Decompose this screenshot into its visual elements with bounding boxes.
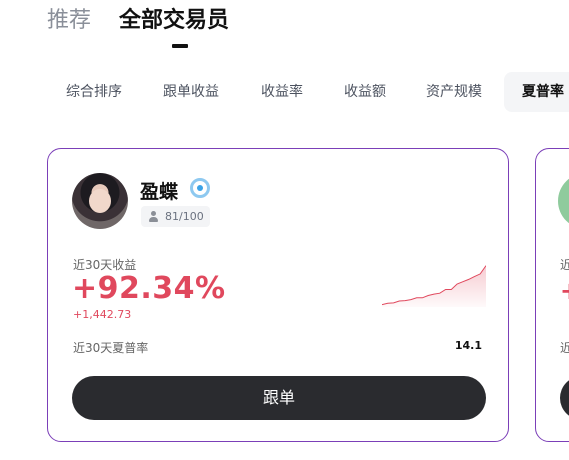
peek-follow-button[interactable] — [560, 376, 569, 420]
tab-recommended[interactable]: 推荐 — [47, 6, 91, 36]
avatar[interactable] — [72, 173, 128, 229]
person-icon — [148, 211, 158, 222]
avatar[interactable] — [558, 173, 569, 229]
filter-copy-return[interactable]: 跟单收益 — [163, 72, 219, 112]
filter-asset-size[interactable]: 资产规模 — [426, 72, 482, 112]
verified-badge-icon — [190, 178, 210, 198]
peek-return-value: + — [560, 277, 569, 305]
filter-return-rate[interactable]: 收益率 — [261, 72, 303, 112]
follower-count: 81/100 — [165, 210, 204, 223]
follow-button[interactable]: 跟单 — [72, 376, 486, 420]
filter-return-amount[interactable]: 收益额 — [344, 72, 386, 112]
trader-card[interactable]: 盈蝶 81/100 近30天收益 +92.34% +1,442.73 近30天夏… — [47, 148, 509, 442]
filter-sharpe[interactable]: 夏普率 — [504, 72, 569, 112]
active-tab-indicator — [172, 44, 188, 48]
return-amount: +1,442.73 — [73, 308, 132, 321]
peek-sharpe-label: 近 — [560, 339, 569, 356]
next-trader-card-peek[interactable]: 近 + 近 — [535, 148, 569, 442]
sparkline-area — [382, 265, 486, 307]
sharpe-label: 近30天夏普率 — [73, 341, 149, 355]
peek-return-label: 近 — [560, 256, 569, 273]
filter-comprehensive[interactable]: 综合排序 — [66, 72, 122, 112]
sort-filter-bar: 综合排序 跟单收益 收益率 收益额 资产规模 夏普率 — [0, 72, 569, 112]
trader-name: 盈蝶 — [140, 181, 179, 203]
sharpe-value: 14.1 — [454, 339, 482, 352]
tab-all-traders[interactable]: 全部交易员 — [119, 6, 229, 36]
return-percent: +92.34% — [72, 271, 226, 306]
return-sparkline — [382, 265, 486, 307]
follower-count-badge: 81/100 — [141, 206, 210, 227]
